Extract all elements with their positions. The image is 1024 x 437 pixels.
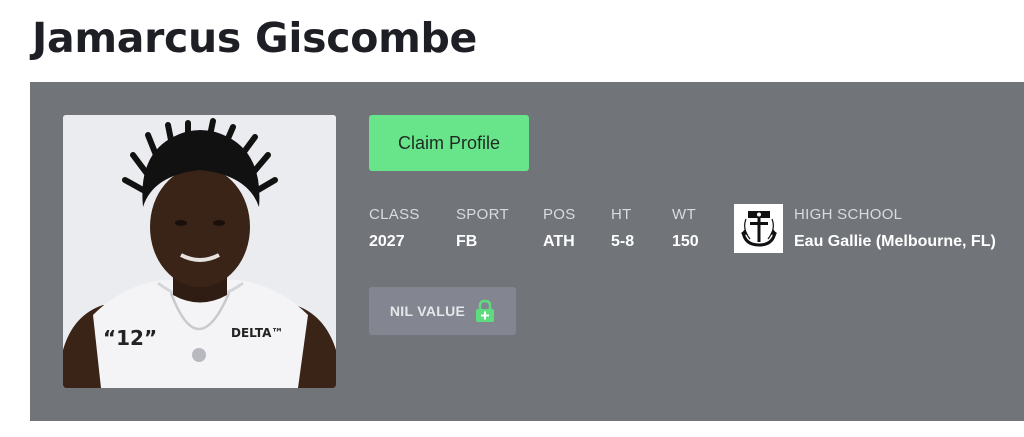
school-label: HIGH SCHOOL	[794, 206, 903, 223]
stat-sport: SPORT FB	[456, 206, 509, 251]
claim-profile-button[interactable]: Claim Profile	[369, 115, 529, 171]
jersey-number-print: “12”	[103, 326, 157, 350]
player-name: Jamarcus Giscombe	[32, 14, 478, 62]
school-name[interactable]: Eau Gallie (Melbourne, FL)	[794, 233, 996, 251]
school-info: HIGH SCHOOL Eau Gallie (Melbourne, FL)	[794, 206, 996, 251]
stat-label: SPORT	[456, 206, 509, 223]
nil-value-label: NIL VALUE	[389, 303, 466, 319]
stat-pos: POS ATH	[543, 206, 576, 251]
stat-label: CLASS	[369, 206, 420, 223]
stat-value: 2027	[369, 233, 405, 250]
stat-label: WT	[672, 206, 696, 223]
player-photo: “12” DELTA™	[63, 115, 336, 388]
stat-value: 5-8	[611, 233, 635, 250]
lock-plus-icon	[476, 299, 495, 322]
stat-value: 150	[672, 233, 699, 250]
profile-panel: “12” DELTA™ Claim Profile CLASS 2027 SPO…	[30, 82, 1024, 421]
stat-value: ATH	[543, 233, 575, 250]
stat-value: FB	[456, 233, 478, 250]
school-logo[interactable]	[734, 204, 783, 253]
shirt-brand-print: DELTA™	[231, 326, 283, 340]
stat-wt: WT 150	[672, 206, 699, 251]
stat-ht: HT 5-8	[611, 206, 634, 251]
stat-label: HT	[611, 206, 632, 223]
anchor-icon	[740, 210, 777, 247]
stat-label: POS	[543, 206, 576, 223]
stat-class: CLASS 2027	[369, 206, 420, 251]
nil-value-button[interactable]: NIL VALUE	[369, 287, 516, 335]
